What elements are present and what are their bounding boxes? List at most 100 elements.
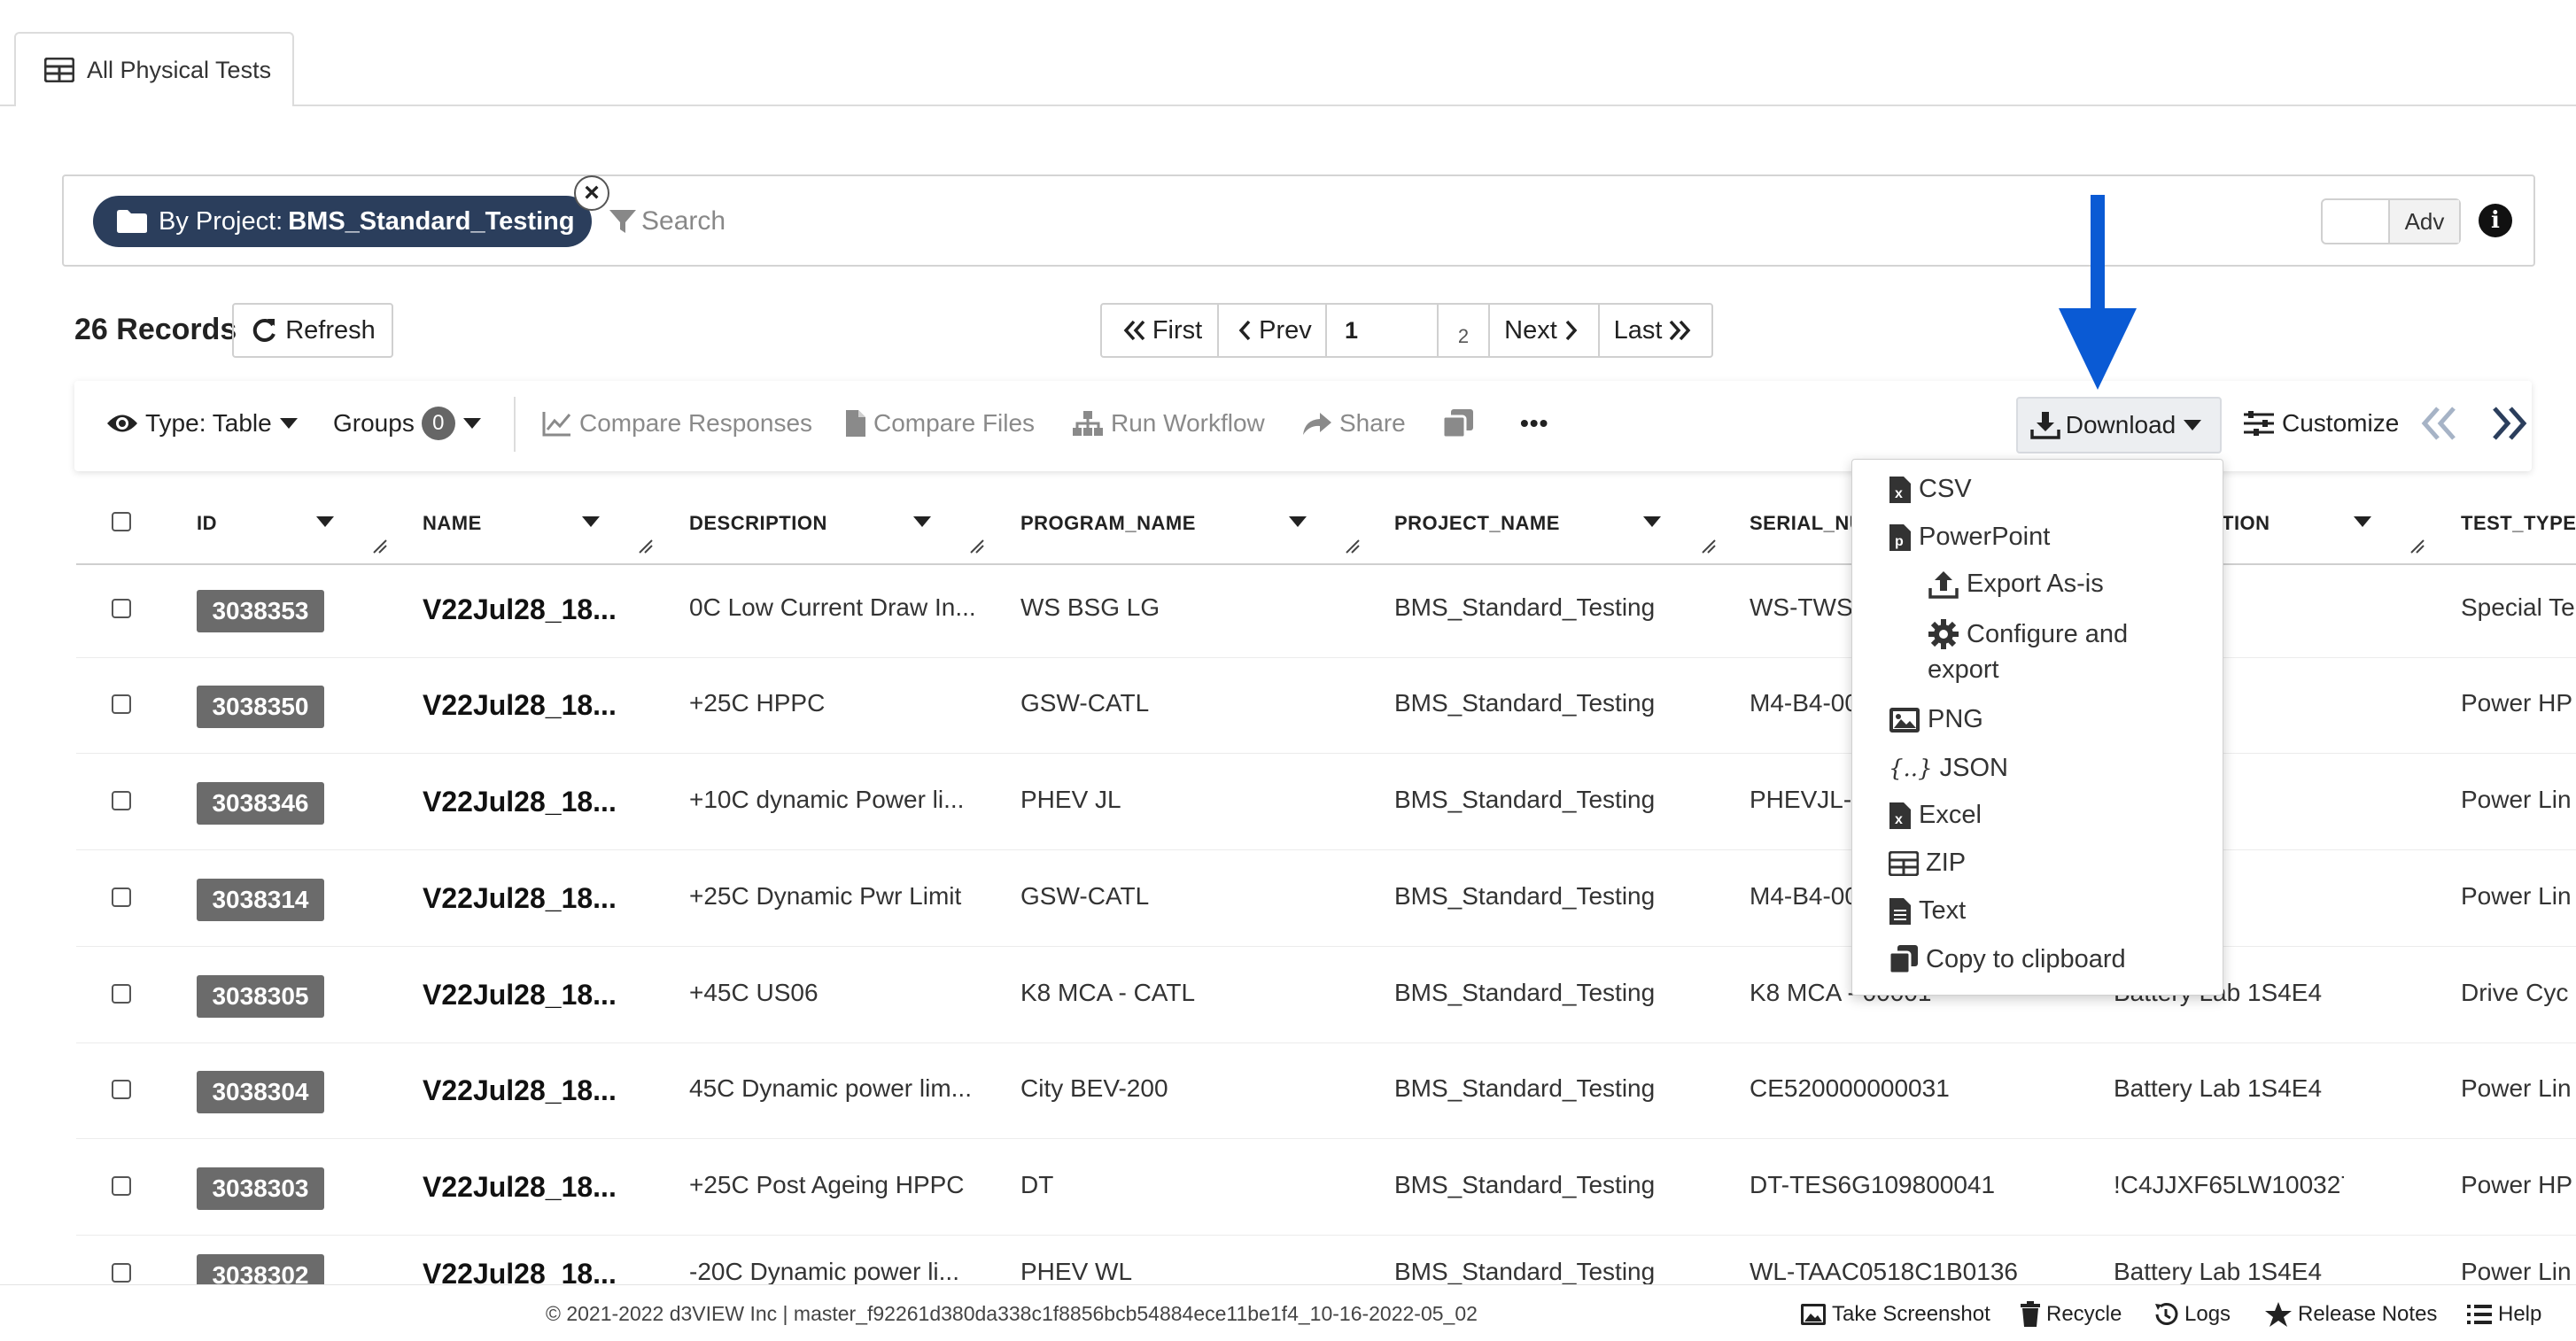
run-workflow-label: Run Workflow — [1111, 409, 1265, 437]
run-workflow-button[interactable]: Run Workflow — [1072, 396, 1265, 451]
row-id-badge[interactable]: 3038303 — [197, 1167, 324, 1210]
sort-caret-icon[interactable] — [2353, 515, 2372, 528]
view-type-dropdown[interactable]: Type: Table — [106, 396, 306, 451]
help-button[interactable]: Help — [2466, 1298, 2541, 1330]
page-number-input[interactable]: 1 — [1327, 305, 1439, 356]
list-icon — [2467, 1305, 2492, 1324]
info-icon[interactable]: i — [2479, 204, 2512, 237]
row-id-badge[interactable]: 3038304 — [197, 1071, 324, 1113]
cell-serial: DT-TES6G109800041 — [1750, 1171, 1996, 1198]
row-id-badge[interactable]: 3038353 — [197, 590, 324, 632]
row-id-badge[interactable]: 3038314 — [197, 879, 324, 921]
select-all-checkbox[interactable] — [112, 512, 131, 531]
tab-all-physical-tests[interactable]: All Physical Tests — [14, 32, 294, 106]
svg-text:p: p — [1895, 534, 1904, 549]
row-checkbox[interactable] — [112, 984, 131, 1004]
sort-caret-icon[interactable] — [912, 515, 932, 528]
cell-test-type: Power Lin — [2461, 1258, 2572, 1285]
column-header-name[interactable]: NAME — [423, 512, 482, 539]
column-header-program-name[interactable]: PROGRAM_NAME — [1020, 512, 1196, 539]
download-csv-item[interactable]: x CSV — [1889, 475, 1972, 504]
download-button[interactable]: Download — [2016, 397, 2222, 453]
cell-name[interactable]: V22Jul28_18... — [423, 1074, 662, 1107]
cell-name[interactable]: V22Jul28_18... — [423, 786, 662, 818]
recycle-button[interactable]: Recycle — [2020, 1298, 2122, 1330]
download-json-item[interactable]: {..} JSON — [1889, 754, 2008, 783]
more-options-button[interactable]: ••• — [1520, 396, 1548, 451]
cell-name[interactable]: V22Jul28_18... — [423, 593, 662, 626]
cell-test-type: Power Lin — [2461, 786, 2572, 813]
compare-files-button[interactable]: Compare Files — [845, 396, 1035, 451]
share-label: Share — [1339, 409, 1406, 437]
folder-icon — [116, 209, 159, 234]
configure-and-export-item[interactable]: Configure and — [1928, 618, 2128, 650]
column-header-project-name[interactable]: PROJECT_NAME — [1394, 512, 1560, 539]
pager-first-button[interactable]: First — [1102, 305, 1219, 356]
sort-caret-icon[interactable] — [315, 515, 335, 528]
column-resize-handle[interactable] — [1701, 539, 1717, 554]
row-checkbox[interactable] — [112, 791, 131, 810]
copy-to-clipboard-item[interactable]: Copy to clipboard — [1889, 944, 2126, 974]
customize-button[interactable]: Customize — [2243, 396, 2399, 451]
column-header-id[interactable]: ID — [197, 512, 217, 539]
scroll-left-button[interactable] — [2420, 396, 2466, 451]
column-resize-handle[interactable] — [372, 539, 388, 554]
column-resize-handle[interactable] — [2409, 539, 2425, 554]
compare-responses-button[interactable]: Compare Responses — [542, 396, 812, 451]
copy-button[interactable] — [1442, 396, 1481, 451]
groups-dropdown[interactable]: Groups 0 — [333, 396, 489, 451]
cell-name[interactable]: V22Jul28_18... — [423, 1171, 662, 1204]
cell-name[interactable]: V22Jul28_18... — [423, 689, 662, 722]
download-zip-item[interactable]: ZIP — [1889, 849, 1966, 878]
upload-icon — [1928, 570, 1959, 599]
column-header-description[interactable]: DESCRIPTION — [689, 512, 827, 539]
adv-button[interactable]: Adv — [2388, 200, 2459, 243]
sort-caret-icon[interactable] — [1288, 515, 1307, 528]
column-resize-handle[interactable] — [1345, 539, 1361, 554]
export-as-is-item[interactable]: Export As-is — [1928, 570, 2104, 599]
row-checkbox[interactable] — [112, 888, 131, 907]
column-header-test-type[interactable]: TEST_TYPE — [2461, 512, 2576, 539]
download-excel-item[interactable]: x Excel — [1889, 801, 1982, 830]
refresh-button[interactable]: Refresh — [232, 303, 393, 358]
scroll-right-button[interactable] — [2489, 396, 2535, 451]
download-text-item[interactable]: Text — [1889, 896, 1966, 926]
download-png-item[interactable]: PNG — [1889, 705, 1983, 734]
cell-name[interactable]: V22Jul28_18... — [423, 882, 662, 915]
release-notes-button[interactable]: Release Notes — [2264, 1298, 2437, 1330]
cell-program-name: City BEV-200 — [1020, 1074, 1168, 1102]
clipboard-label: Copy to clipboard — [1926, 944, 2126, 973]
caret-down-icon — [2184, 420, 2202, 430]
cell-name[interactable]: V22Jul28_18... — [423, 979, 662, 1012]
project-filter-chip[interactable]: By Project: BMS_Standard_Testing — [93, 196, 592, 247]
recycle-label: Recycle — [2046, 1302, 2122, 1326]
chart-line-icon — [542, 412, 571, 437]
row-checkbox[interactable] — [112, 599, 131, 618]
remove-filter-close-icon[interactable]: × — [574, 175, 609, 211]
row-id-badge[interactable]: 3038305 — [197, 975, 324, 1018]
row-id-badge[interactable]: 3038350 — [197, 686, 324, 728]
download-powerpoint-item[interactable]: p PowerPoint — [1889, 523, 2050, 552]
search-input[interactable]: Search — [608, 200, 725, 243]
row-id-badge[interactable]: 3038346 — [197, 782, 324, 825]
cell-project-name: BMS_Standard_Testing — [1394, 689, 1656, 717]
copyright-text: © 2021-2022 d3VIEW Inc | master_f92261d3… — [546, 1302, 1478, 1325]
column-header-serial[interactable]: SERIAL_NU — [1750, 512, 1864, 539]
share-button[interactable]: Share — [1302, 396, 1406, 451]
row-checkbox[interactable] — [112, 1263, 131, 1283]
sort-caret-icon[interactable] — [581, 515, 601, 528]
row-checkbox[interactable] — [112, 1176, 131, 1196]
take-screenshot-button[interactable]: Take Screenshot — [1800, 1298, 1990, 1330]
column-header-location[interactable]: TION — [2222, 512, 2270, 539]
pager-prev-button[interactable]: Prev — [1219, 305, 1327, 356]
column-resize-handle[interactable] — [638, 539, 654, 554]
row-checkbox[interactable] — [112, 694, 131, 714]
column-resize-handle[interactable] — [969, 539, 985, 554]
cell-description: 0C Low Current Draw In... — [689, 593, 976, 621]
row-checkbox[interactable] — [112, 1080, 131, 1099]
sort-caret-icon[interactable] — [1642, 515, 1662, 528]
logs-button[interactable]: Logs — [2153, 1298, 2231, 1330]
svg-text:x: x — [1895, 486, 1903, 501]
pager-last-button[interactable]: Last — [1600, 305, 1711, 356]
pager-next-button[interactable]: Next — [1490, 305, 1600, 356]
